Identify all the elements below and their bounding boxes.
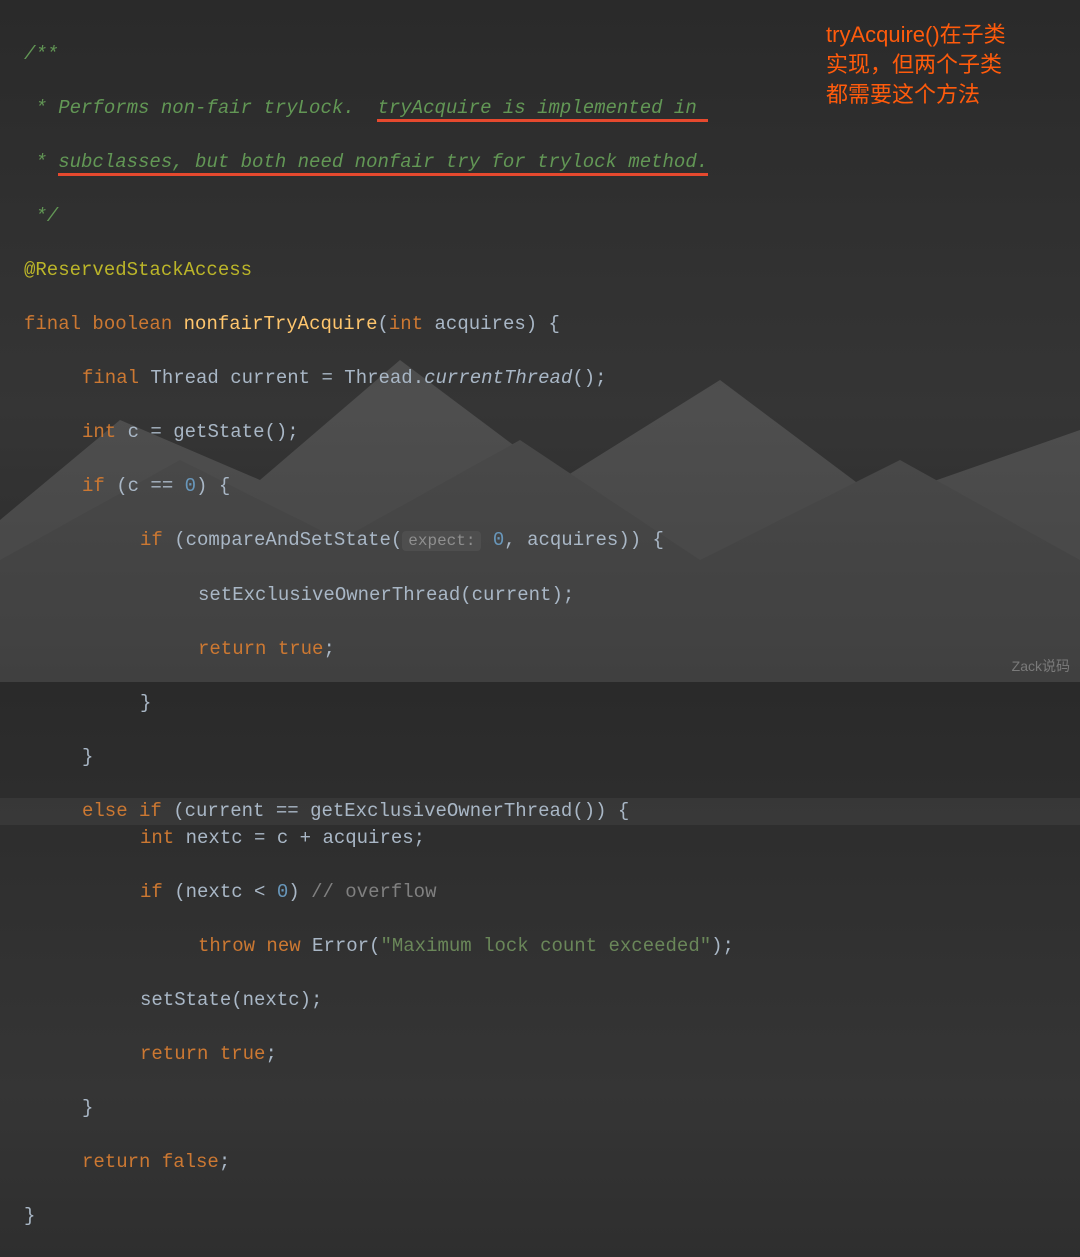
method-signature: final boolean nonfairTryAcquire(int acqu…	[0, 311, 1080, 338]
code-line: if (compareAndSetState(expect: 0, acquir…	[0, 527, 1080, 555]
code-line: return true;	[0, 1041, 1080, 1068]
code-line: setState(nextc);	[0, 987, 1080, 1014]
code-line: if (nextc < 0) // overflow	[0, 879, 1080, 906]
javadoc-underline: tryAcquire is implemented in	[377, 97, 708, 122]
javadoc-line: /**	[24, 43, 58, 65]
annotation-line: 实现，但两个子类	[826, 50, 1068, 80]
code-line: }	[0, 1203, 1080, 1230]
watermark: Zack说码	[1012, 656, 1070, 676]
annotation-line: tryAcquire()在子类	[826, 20, 1068, 50]
code-line: int c = getState();	[0, 419, 1080, 446]
chinese-annotation: tryAcquire()在子类 实现，但两个子类 都需要这个方法	[826, 20, 1068, 110]
code-line: }	[0, 1095, 1080, 1122]
parameter-hint: expect:	[402, 531, 481, 551]
javadoc-line: * Performs non-fair tryLock. tryAcquire …	[24, 97, 708, 122]
code-line: int nextc = c + acquires;	[0, 825, 1080, 852]
code-line: if (c == 0) {	[0, 473, 1080, 500]
javadoc-line: */	[24, 205, 58, 227]
code-line: }	[0, 690, 1080, 717]
annotation-reservedstackaccess: @ReservedStackAccess	[24, 259, 252, 281]
javadoc-line: * subclasses, but both need nonfair try …	[24, 151, 708, 176]
code-line: return false;	[0, 1149, 1080, 1176]
code-line: final Thread current = Thread.currentThr…	[0, 365, 1080, 392]
javadoc-underline: subclasses, but both need nonfair try fo…	[58, 151, 708, 176]
code-line: throw new Error("Maximum lock count exce…	[0, 933, 1080, 960]
code-line: }	[0, 744, 1080, 771]
annotation-line: 都需要这个方法	[826, 80, 1068, 110]
code-line: return true;	[0, 636, 1080, 663]
code-line: setExclusiveOwnerThread(current);	[0, 582, 1080, 609]
code-line-highlighted: else if (current == getExclusiveOwnerThr…	[0, 798, 1080, 825]
